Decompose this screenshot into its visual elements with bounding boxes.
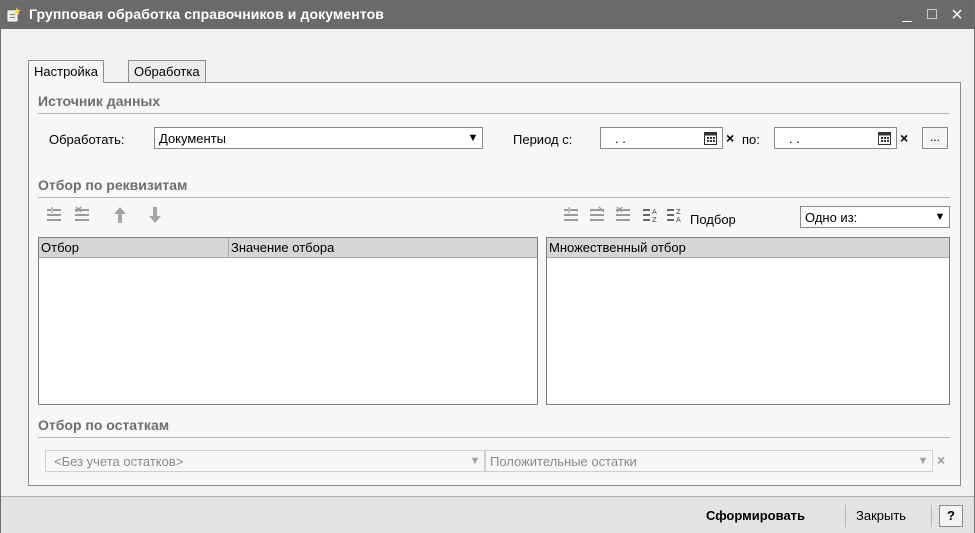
clear-period-to-icon[interactable]: ×	[900, 130, 908, 146]
close-button[interactable]: Закрыть	[856, 504, 906, 528]
title-bar: Групповая обработка справочников и докум…	[1, 1, 974, 29]
process-label: Обработать:	[49, 132, 125, 147]
footer-bar: Сформировать Закрыть ?	[1, 496, 974, 533]
period-to-field[interactable]: . .	[774, 127, 897, 149]
sort-descending-icon[interactable]: Z A	[666, 206, 684, 224]
add-multiple-filter-icon[interactable]	[562, 206, 580, 224]
balance-type-select[interactable]: Положительные остатки ▼	[485, 450, 933, 472]
filter-attrs-divider	[38, 197, 950, 198]
filter-table[interactable]: Отбор Значение отбора	[38, 237, 538, 405]
period-to-label: по:	[742, 132, 760, 147]
period-from-value: . .	[615, 131, 626, 146]
generate-button[interactable]: Сформировать	[706, 504, 805, 528]
chevron-down-icon[interactable]: ▼	[464, 128, 482, 148]
maximize-button[interactable]: □	[921, 4, 943, 26]
period-to-value: . .	[789, 131, 800, 146]
arrow-up-icon[interactable]	[113, 206, 127, 224]
help-button[interactable]: ?	[939, 505, 963, 527]
svg-text:Z: Z	[676, 208, 681, 216]
column-header-multiple-filter[interactable]: Множественный отбор	[547, 238, 949, 258]
process-select[interactable]: Документы ▼	[154, 127, 483, 149]
source-divider	[38, 113, 950, 114]
balance-mode-value: <Без учета остатков>	[54, 454, 184, 469]
balance-mode-select[interactable]: <Без учета остатков> ▼	[45, 450, 485, 472]
chevron-down-icon[interactable]: ▼	[931, 207, 949, 227]
tab-settings[interactable]: Настройка	[28, 60, 104, 83]
svg-text:A: A	[652, 208, 657, 216]
filter-attrs-section-title: Отбор по реквизитам	[38, 177, 188, 193]
window-title: Групповая обработка справочников и докум…	[29, 6, 384, 22]
period-from-field[interactable]: . .	[600, 127, 723, 149]
copy-filter-icon[interactable]	[588, 206, 606, 224]
multiple-filter-table-header: Множественный отбор	[547, 238, 949, 258]
main-window: Групповая обработка справочников и докум…	[0, 0, 975, 533]
process-value: Документы	[159, 131, 227, 146]
svg-text:A: A	[676, 216, 681, 224]
selection-label: Подбор	[690, 212, 736, 227]
app-icon	[7, 7, 21, 22]
delete-filter-icon[interactable]	[73, 206, 91, 224]
multiple-filter-table[interactable]: Множественный отбор	[546, 237, 950, 405]
arrow-down-icon[interactable]	[148, 206, 162, 224]
footer-separator	[845, 505, 846, 527]
period-select-button[interactable]: ...	[922, 127, 948, 149]
filter-table-header: Отбор Значение отбора	[39, 238, 537, 258]
add-filter-icon[interactable]	[45, 206, 63, 224]
period-from-label: Период с:	[513, 132, 573, 147]
minimize-button[interactable]: _	[896, 4, 918, 26]
close-window-button[interactable]: ×	[946, 4, 968, 26]
chevron-down-icon[interactable]: ▼	[466, 451, 484, 471]
column-header-filter-value[interactable]: Значение отбора	[229, 238, 537, 258]
filter-balance-section-title: Отбор по остаткам	[38, 417, 170, 433]
source-section-title: Источник данных	[38, 93, 161, 109]
sort-ascending-icon[interactable]: A Z	[642, 206, 660, 224]
clear-period-from-icon[interactable]: ×	[726, 130, 734, 146]
clear-balance-icon[interactable]: ×	[937, 452, 945, 468]
column-header-filter[interactable]: Отбор	[39, 238, 229, 258]
calendar-icon[interactable]	[704, 132, 717, 145]
tab-processing[interactable]: Обработка	[128, 60, 206, 82]
filter-balance-divider	[38, 437, 950, 438]
footer-separator	[931, 505, 932, 527]
chevron-down-icon[interactable]: ▼	[914, 451, 932, 471]
selection-mode-select[interactable]: Одно из: ▼	[800, 206, 950, 228]
calendar-icon[interactable]	[878, 132, 891, 145]
balance-type-value: Положительные остатки	[490, 454, 637, 469]
delete-multiple-filter-icon[interactable]	[614, 206, 632, 224]
svg-text:Z: Z	[652, 216, 657, 224]
selection-mode-value: Одно из:	[805, 210, 858, 225]
